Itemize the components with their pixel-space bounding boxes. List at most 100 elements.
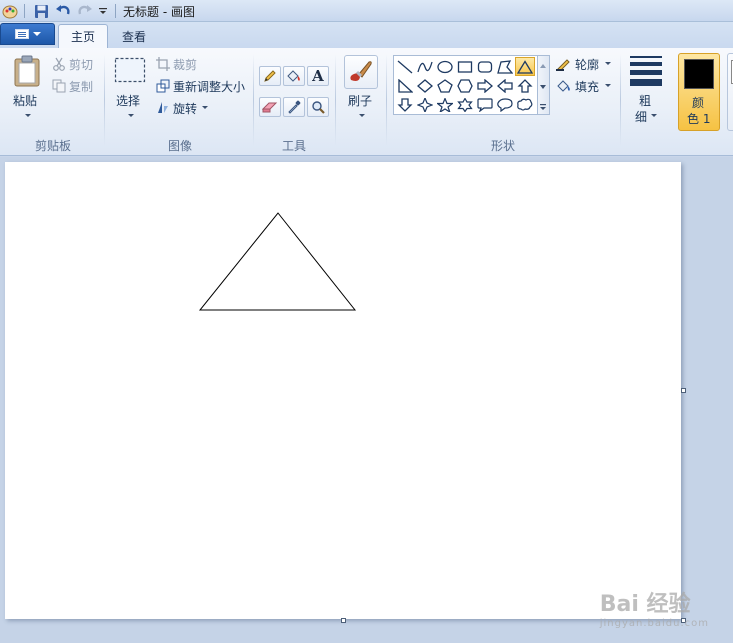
right-arrow-shape[interactable] (475, 76, 495, 95)
scroll-up-icon (540, 64, 546, 68)
save-icon[interactable] (32, 2, 50, 20)
brushes-chevron-down-icon[interactable] (359, 114, 365, 117)
eraser-tool[interactable] (259, 97, 281, 117)
size-label-line2: 细 (635, 110, 648, 124)
right-arrow-icon (477, 78, 493, 93)
brushes-button[interactable] (344, 55, 378, 89)
outline-button[interactable]: 轮廓 (575, 56, 599, 73)
color-picker-tool[interactable] (283, 97, 305, 117)
line-shape[interactable] (395, 57, 415, 76)
scroll-down-icon (540, 85, 546, 89)
five-point-star-icon (437, 97, 453, 112)
left-arrow-shape[interactable] (495, 76, 515, 95)
rectangular-callout-icon (477, 97, 493, 112)
rounded-rectangle-shape[interactable] (475, 57, 495, 76)
oval-callout-shape[interactable] (495, 95, 515, 114)
color-1-button[interactable]: 颜 色 1 (678, 53, 720, 131)
hexagon-shape[interactable] (455, 76, 475, 95)
pentagon-shape[interactable] (435, 76, 455, 95)
select-button[interactable] (114, 56, 146, 84)
scissors-icon (52, 57, 66, 71)
diamond-shape[interactable] (415, 76, 435, 95)
six-point-star-icon (457, 97, 473, 112)
tab-row: 主页 查看 (0, 22, 733, 48)
tools-group-label: 工具 (281, 139, 306, 153)
resize-button[interactable]: 重新调整大小 (173, 78, 245, 95)
oval-callout-icon (497, 97, 513, 112)
watermark: Bai 经验 jingyan.baidu.com (600, 586, 709, 629)
rotate-chevron-down-icon[interactable] (202, 106, 208, 109)
right-triangle-shape[interactable] (395, 76, 415, 95)
magnifier-tool[interactable] (307, 97, 329, 117)
rounded-callout-shape[interactable] (475, 95, 495, 114)
paste-chevron-down-icon[interactable] (25, 114, 31, 117)
cloud-callout-icon (517, 98, 533, 111)
image-group-label: 图像 (167, 139, 192, 153)
cut-button[interactable]: 剪切 (69, 56, 93, 73)
size-chevron-down-icon[interactable] (651, 114, 657, 117)
up-arrow-shape[interactable] (515, 76, 535, 95)
pencil-tool[interactable] (259, 66, 281, 86)
diamond-icon (417, 78, 433, 93)
cloud-callout-shape[interactable] (515, 95, 535, 114)
fill-button[interactable]: 填充 (575, 78, 599, 95)
eraser-icon (262, 102, 278, 113)
pentagon-icon (437, 78, 453, 93)
rotate-icon (156, 100, 170, 114)
left-arrow-icon (497, 78, 513, 93)
file-menu-icon (14, 29, 29, 39)
redo-icon[interactable] (76, 2, 94, 20)
tab-view[interactable]: 查看 (110, 24, 158, 48)
paint-bucket-icon (287, 70, 300, 82)
file-menu-button[interactable] (0, 23, 55, 45)
rectangle-shape[interactable] (455, 57, 475, 76)
color-1-swatch (684, 59, 714, 89)
canvas-resize-handle-bottom[interactable] (341, 618, 346, 623)
drawing-canvas[interactable] (5, 162, 681, 619)
shapes-gallery (393, 55, 538, 115)
rotate-button[interactable]: 旋转 (173, 100, 197, 117)
down-arrow-shape[interactable] (395, 95, 415, 114)
app-icon[interactable] (2, 2, 18, 20)
resize-icon (156, 79, 170, 93)
window-title: 无标题 - 画图 (123, 5, 195, 19)
ribbon-home: 粘贴 剪切 复制 剪贴板 选择 裁剪 重新调整大小 旋转 图像 A 工具 刷子 … (0, 48, 733, 156)
copy-button[interactable]: 复制 (69, 78, 93, 95)
polygon-shape[interactable] (495, 57, 515, 76)
paste-label: 粘贴 (13, 94, 38, 108)
paste-button[interactable] (12, 54, 42, 88)
outline-chevron-down-icon[interactable] (605, 62, 611, 65)
four-point-star-icon (417, 97, 433, 112)
customize-toolbar-chevron-down-icon[interactable] (97, 2, 109, 20)
size-button[interactable] (628, 56, 664, 86)
oval-shape[interactable] (435, 57, 455, 76)
outline-icon (556, 57, 572, 71)
fill-icon (556, 79, 572, 93)
pencil-icon (264, 70, 276, 82)
rectangle-icon (457, 60, 473, 73)
curve-shape[interactable] (415, 57, 435, 76)
select-chevron-down-icon[interactable] (128, 114, 134, 117)
tab-home[interactable]: 主页 (58, 24, 109, 48)
shapes-gallery-scrollbar[interactable] (538, 55, 550, 115)
fill-tool[interactable] (283, 66, 305, 86)
chevron-down-icon (32, 32, 41, 36)
crop-button[interactable]: 裁剪 (173, 56, 197, 73)
four-point-star-shape[interactable] (415, 95, 435, 114)
clipboard-icon (14, 55, 40, 87)
text-tool[interactable]: A (307, 66, 329, 86)
color-1-label-line2: 色 1 (687, 112, 711, 126)
undo-icon[interactable] (54, 2, 72, 20)
six-point-star-shape[interactable] (455, 95, 475, 114)
oval-icon (437, 60, 453, 73)
canvas-resize-handle-right[interactable] (681, 388, 686, 393)
magnifier-icon (312, 101, 325, 114)
size-label-line1: 粗 (639, 94, 652, 108)
watermark-main: Bai 经验 (599, 592, 691, 617)
right-triangle-icon (398, 78, 413, 93)
triangle-shape[interactable] (515, 57, 535, 76)
color-2-button[interactable] (727, 53, 733, 131)
five-point-star-shape[interactable] (435, 95, 455, 114)
line-icon (397, 60, 413, 73)
fill-chevron-down-icon[interactable] (605, 84, 611, 87)
